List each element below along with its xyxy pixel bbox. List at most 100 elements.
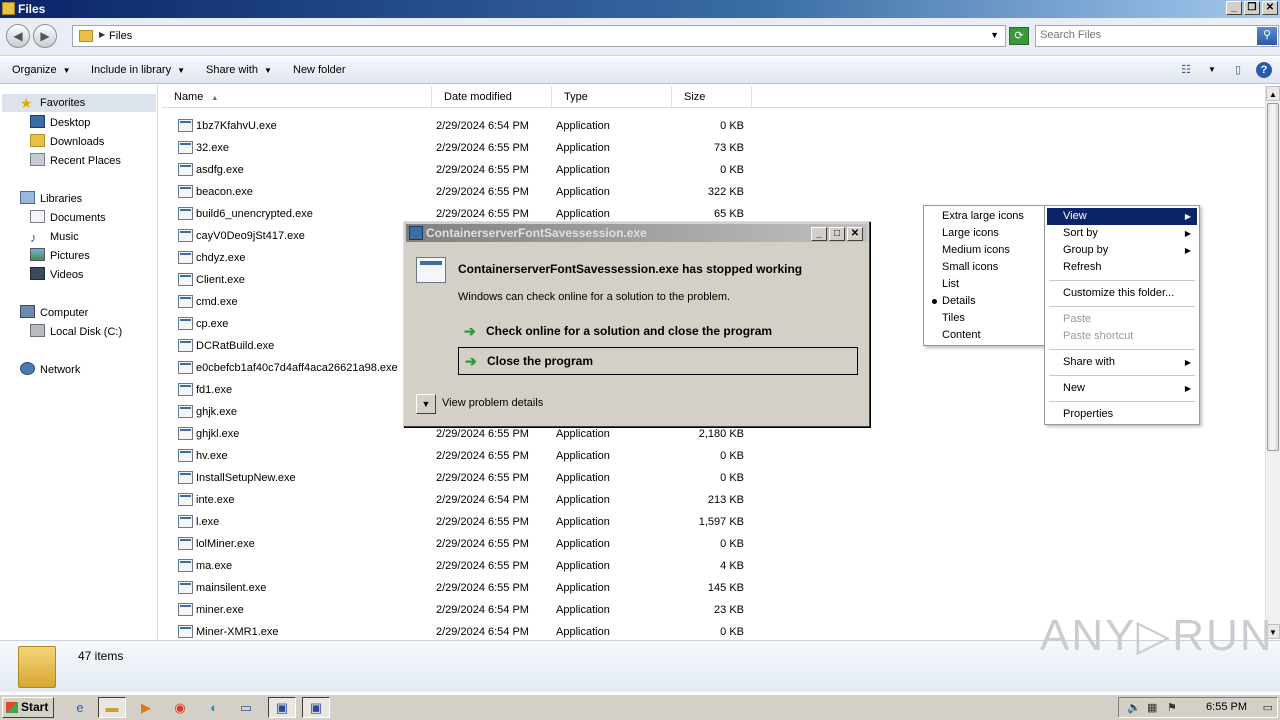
window-titlebar[interactable]: Files _ ❐ ✕ <box>0 0 1280 18</box>
menu-item-extra-large-icons[interactable]: Extra large icons <box>926 208 1044 225</box>
chevron-down-icon[interactable]: ▼ <box>416 394 436 414</box>
nav-documents[interactable]: Documents <box>30 209 106 227</box>
file-row[interactable]: inte.exe 2/29/2024 6:54 PM Application 213 … <box>162 489 762 511</box>
minimize-button[interactable]: _ <box>1226 1 1242 15</box>
back-button[interactable]: ◀ <box>6 24 30 48</box>
file-row[interactable]: mainsilent.exe 2/29/2024 6:55 PM Applicati… <box>162 577 762 599</box>
menu-item-group-by[interactable]: Group by ▶ <box>1047 242 1197 259</box>
column-size[interactable]: Size <box>672 86 752 108</box>
edge-icon[interactable]: ◐ <box>200 697 228 718</box>
menu-item-sort-by-label: Sort by <box>1063 227 1098 239</box>
internet-explorer-icon[interactable]: e <box>66 697 94 718</box>
application-icon[interactable]: ▭ <box>232 697 260 718</box>
file-row[interactable]: lolMiner.exe 2/29/2024 6:55 PM Application… <box>162 533 762 555</box>
command-bar: Organize ▼ Include in library ▼ Share with… <box>0 57 1280 84</box>
nav-favorites[interactable]: ★ Favorites <box>2 94 156 112</box>
address-field[interactable]: ▶ Files ▼ <box>72 25 1006 47</box>
menu-item-share-with[interactable]: Share with ▶ <box>1047 354 1197 371</box>
dialog-titlebar[interactable]: ContainerserverFontSavessession.exe _ □ … <box>406 224 867 242</box>
file-row[interactable]: Miner-XMR1.exe 2/29/2024 6:54 PM Applicati… <box>162 621 762 639</box>
menu-item-content[interactable]: Content <box>926 327 1044 344</box>
nav-local-disk[interactable]: Local Disk (C:) <box>30 323 122 341</box>
preview-pane-icon[interactable]: ▯ <box>1230 62 1246 78</box>
menu-item-sort-by[interactable]: Sort by ▶ <box>1047 225 1197 242</box>
search-icon[interactable]: ⚲ <box>1257 27 1277 45</box>
dialog-minimize-button[interactable]: _ <box>811 227 827 241</box>
restore-button[interactable]: ❐ <box>1244 1 1260 15</box>
menu-item-refresh[interactable]: Refresh <box>1047 259 1197 276</box>
nav-music[interactable]: ♪ Music <box>30 228 79 246</box>
nav-computer[interactable]: Computer <box>20 304 88 322</box>
check-online-option[interactable]: ➔ Check online for a solution and close t… <box>458 318 858 346</box>
menu-item-small-icons[interactable]: Small icons <box>926 259 1044 276</box>
explorer-taskbar-icon[interactable]: ▬ <box>98 697 126 718</box>
file-row[interactable]: hv.exe 2/29/2024 6:55 PM Application 0 KB <box>162 445 762 467</box>
chrome-icon[interactable]: ◉ <box>166 697 194 718</box>
scroll-thumb[interactable] <box>1267 103 1279 451</box>
refresh-icon[interactable]: ⟳ <box>1009 27 1029 45</box>
chevron-down-icon[interactable]: ▼ <box>1204 62 1220 78</box>
media-player-icon[interactable]: ▶ <box>132 697 160 718</box>
menu-item-details[interactable]: Details <box>926 293 1044 310</box>
error-reporting-taskbar-icon-2[interactable]: ▣ <box>302 697 330 718</box>
file-row[interactable]: asdfg.exe 2/29/2024 6:55 PM Application 0 K… <box>162 159 762 181</box>
scroll-up-icon[interactable]: ▲ <box>1266 86 1280 101</box>
clock[interactable]: 6:55 PM <box>1206 701 1247 713</box>
menu-item-customize[interactable]: Customize this folder... <box>1047 285 1197 302</box>
vertical-scrollbar[interactable]: ▲ ▼ <box>1265 86 1280 639</box>
file-row[interactable]: ma.exe 2/29/2024 6:55 PM Application 4 KB <box>162 555 762 577</box>
close-program-option[interactable]: ➔ Close the program <box>458 347 858 375</box>
menu-item-tiles[interactable]: Tiles <box>926 310 1044 327</box>
dialog-maximize-button[interactable]: □ <box>829 227 845 241</box>
nav-network[interactable]: Network <box>20 361 80 379</box>
organize-button[interactable]: Organize ▼ <box>12 64 71 76</box>
help-icon[interactable]: ? <box>1256 62 1272 78</box>
dialog-close-button[interactable]: ✕ <box>847 227 863 241</box>
file-row[interactable]: 32.exe 2/29/2024 6:55 PM Application 73 KB <box>162 137 762 159</box>
file-row[interactable]: 1bz7KfahvU.exe 2/29/2024 6:54 PM Applicati… <box>162 115 762 137</box>
search-box[interactable]: ⚲ <box>1035 25 1279 47</box>
file-row[interactable]: InstallSetupNew.exe 2/29/2024 6:55 PM Appl… <box>162 467 762 489</box>
view-problem-details[interactable]: View problem details <box>442 397 543 409</box>
exe-file-icon <box>178 537 193 550</box>
search-input[interactable] <box>1040 29 1250 41</box>
nav-desktop[interactable]: Desktop <box>30 114 90 132</box>
volume-icon[interactable]: 🔈 <box>1127 701 1141 714</box>
show-desktop-icon[interactable]: ▭ <box>1263 701 1273 714</box>
nav-recent-places[interactable]: Recent Places <box>30 152 121 170</box>
column-type[interactable]: Type <box>552 86 672 108</box>
file-name: miner.exe <box>196 604 244 616</box>
column-date-modified[interactable]: Date modified <box>432 86 552 108</box>
address-dropdown-icon[interactable]: ▼ <box>990 30 999 40</box>
menu-item-new[interactable]: New ▶ <box>1047 380 1197 397</box>
file-row[interactable]: miner.exe 2/29/2024 6:54 PM Application 23 … <box>162 599 762 621</box>
start-button[interactable]: Start <box>2 697 54 718</box>
nav-downloads[interactable]: Downloads <box>30 133 104 151</box>
close-button[interactable]: ✕ <box>1262 1 1278 15</box>
file-name: Miner-XMR1.exe <box>196 626 279 638</box>
context-menu: View ▶ Sort by ▶ Group by ▶ Refresh Customi… <box>1044 205 1200 425</box>
file-row[interactable]: l.exe 2/29/2024 6:55 PM Application 1,597 K… <box>162 511 762 533</box>
nav-libraries[interactable]: Libraries <box>20 190 82 208</box>
view-options-icon[interactable]: ☷ <box>1178 62 1194 78</box>
column-name[interactable]: Name ▲ <box>162 86 432 108</box>
menu-item-group-by-label: Group by <box>1063 244 1109 256</box>
file-row[interactable]: beacon.exe 2/29/2024 6:55 PM Application 32… <box>162 181 762 203</box>
nav-videos[interactable]: Videos <box>30 266 83 284</box>
exe-file-icon <box>178 317 193 330</box>
new-folder-button[interactable]: New folder <box>293 64 346 76</box>
menu-item-large-icons[interactable]: Large icons <box>926 225 1044 242</box>
breadcrumb-chevron-icon[interactable]: ▶ <box>99 30 105 39</box>
menu-item-view[interactable]: View ▶ <box>1047 208 1197 225</box>
network-tray-icon[interactable]: ▦ <box>1147 701 1157 714</box>
share-with-button[interactable]: Share with ▼ <box>206 64 272 76</box>
menu-item-medium-icons[interactable]: Medium icons <box>926 242 1044 259</box>
forward-button[interactable]: ▶ <box>33 24 57 48</box>
flag-icon[interactable]: ⚑ <box>1167 701 1177 714</box>
menu-item-list[interactable]: List <box>926 276 1044 293</box>
include-in-library-button[interactable]: Include in library ▼ <box>91 64 185 76</box>
menu-item-properties[interactable]: Properties <box>1047 406 1197 423</box>
error-reporting-taskbar-icon[interactable]: ▣ <box>268 697 296 718</box>
nav-pictures[interactable]: Pictures <box>30 247 90 265</box>
breadcrumb-files[interactable]: Files <box>109 30 132 42</box>
